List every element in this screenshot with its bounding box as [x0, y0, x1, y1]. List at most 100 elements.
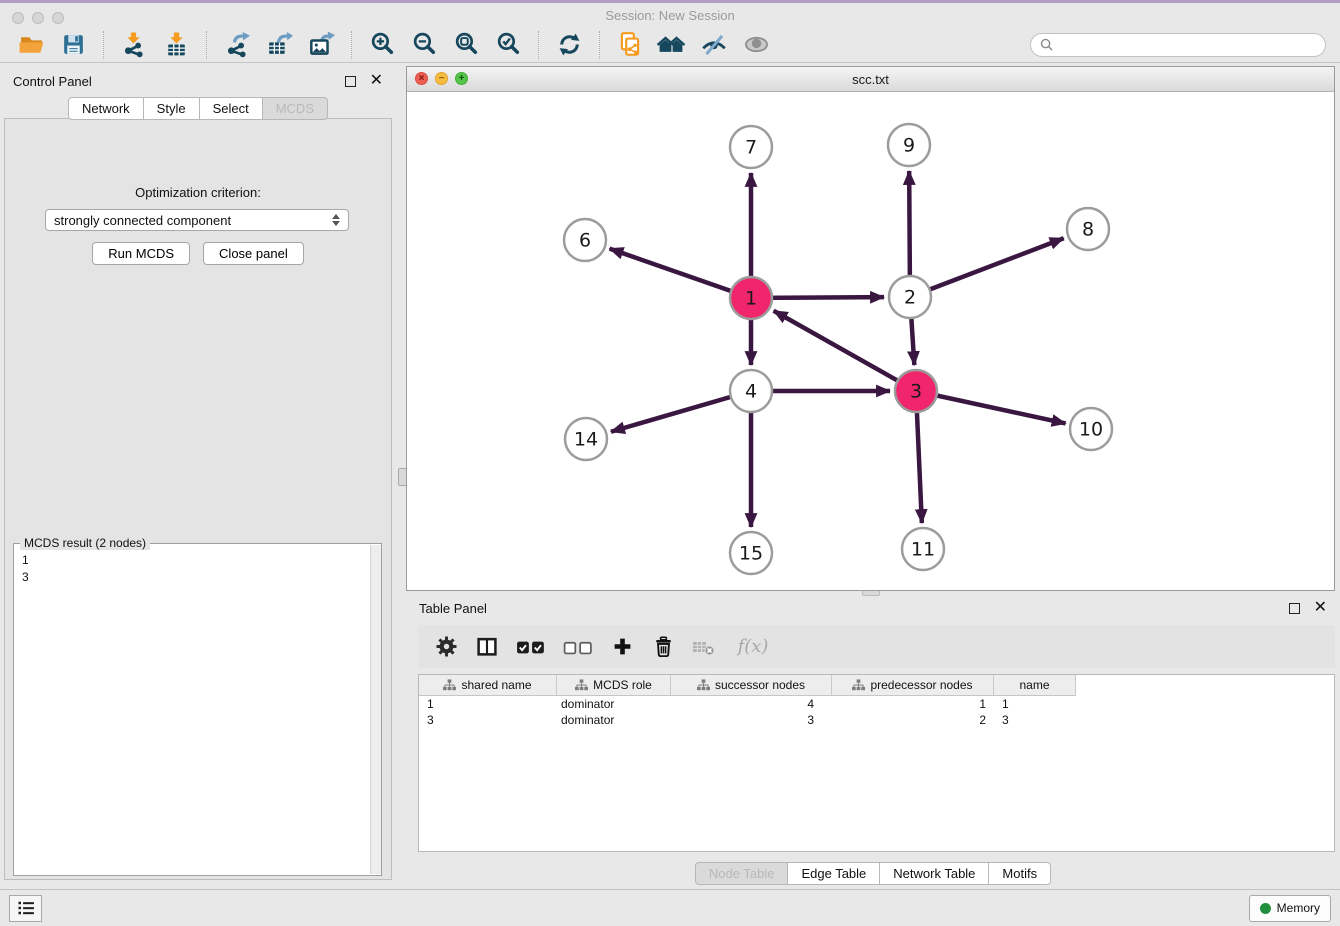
deselect-all-button[interactable]	[563, 635, 593, 659]
tab-select[interactable]: Select	[200, 97, 263, 120]
graph-node-1[interactable]: 1	[730, 277, 772, 319]
column-label: predecessor nodes	[870, 678, 972, 692]
export-network-button[interactable]	[221, 30, 253, 60]
graph-node-4[interactable]: 4	[730, 370, 772, 412]
copy-network-view-button[interactable]	[614, 30, 646, 60]
table-tab-node-table[interactable]: Node Table	[695, 862, 789, 885]
app-close-button[interactable]	[12, 12, 24, 24]
refresh-button[interactable]	[553, 30, 585, 60]
column-header-name[interactable]: name	[994, 675, 1076, 695]
control-panel-title: Control Panel	[13, 74, 92, 89]
cell-name[interactable]: 1	[994, 697, 1076, 711]
open-session-button[interactable]	[15, 30, 47, 60]
hierarchy-icon	[697, 679, 710, 691]
cell-shared-name[interactable]: 1	[419, 697, 557, 711]
zoom-selected-button[interactable]	[492, 30, 524, 60]
close-panel-button[interactable]: Close panel	[203, 242, 304, 265]
split-columns-button[interactable]	[475, 635, 499, 659]
table-row[interactable]: 1dominator411	[419, 696, 1334, 712]
save-session-button[interactable]	[57, 30, 89, 60]
float-panel-icon[interactable]	[345, 76, 356, 87]
column-header-successor-nodes[interactable]: successor nodes	[671, 675, 832, 695]
graph-node-10[interactable]: 10	[1070, 408, 1112, 450]
export-image-button[interactable]	[305, 30, 337, 60]
graph-node-6[interactable]: 6	[564, 219, 606, 261]
zoom-out-button[interactable]	[408, 30, 440, 60]
cell-successor-nodes[interactable]: 3	[671, 713, 832, 727]
app-window-controls[interactable]	[12, 12, 64, 24]
tab-style[interactable]: Style	[144, 97, 200, 120]
export-table-button[interactable]	[263, 30, 295, 60]
network-close-button[interactable]: ×	[415, 72, 428, 85]
graph-node-9[interactable]: 9	[888, 124, 930, 166]
column-header-MCDS-role[interactable]: MCDS role	[557, 675, 671, 695]
search-input[interactable]	[1059, 37, 1316, 53]
graph-node-2[interactable]: 2	[889, 276, 931, 318]
table-panel: Table Panel ✕	[406, 595, 1340, 888]
graph-node-11[interactable]: 11	[902, 528, 944, 570]
criterion-select[interactable]: strongly connected component	[45, 209, 349, 231]
table-tab-motifs[interactable]: Motifs	[989, 862, 1051, 885]
task-history-button[interactable]	[9, 895, 42, 922]
zoom-fit-button[interactable]	[450, 30, 482, 60]
add-row-button[interactable]	[610, 635, 634, 659]
app-zoom-button[interactable]	[52, 12, 64, 24]
zoom-in-icon	[369, 31, 396, 58]
cell-successor-nodes[interactable]: 4	[671, 697, 832, 711]
delete-row-button[interactable]	[651, 635, 675, 659]
delete-table-button[interactable]	[692, 635, 716, 659]
memory-button[interactable]: Memory	[1249, 895, 1331, 922]
function-builder-button[interactable]: f(x)	[733, 635, 773, 659]
graph-node-8[interactable]: 8	[1067, 208, 1109, 250]
cell-shared-name[interactable]: 3	[419, 713, 557, 727]
edge-3-1[interactable]	[774, 311, 916, 391]
cell-MCDS-role[interactable]: dominator	[557, 713, 671, 727]
network-window-controls[interactable]: × − +	[415, 72, 468, 85]
select-all-button[interactable]	[516, 635, 546, 659]
zoom-fit-icon	[453, 31, 480, 58]
table-tab-edge-table[interactable]: Edge Table	[788, 862, 880, 885]
table-tabs: Node TableEdge TableNetwork TableMotifs	[406, 862, 1340, 885]
graph-node-7[interactable]: 7	[730, 126, 772, 168]
run-mcds-button[interactable]: Run MCDS	[92, 242, 190, 265]
search-box[interactable]	[1030, 33, 1326, 57]
app-minimize-button[interactable]	[32, 12, 44, 24]
column-header-shared-name[interactable]: shared name	[419, 675, 557, 695]
import-network-button[interactable]	[118, 30, 150, 60]
edge-1-6[interactable]	[610, 249, 751, 298]
close-panel-icon[interactable]: ✕	[370, 74, 383, 88]
import-table-button[interactable]	[160, 30, 192, 60]
criterion-value: strongly connected component	[54, 213, 231, 228]
table-settings-button[interactable]	[434, 635, 458, 659]
cell-predecessor-nodes[interactable]: 2	[832, 713, 994, 727]
zoom-in-button[interactable]	[366, 30, 398, 60]
tab-network[interactable]: Network	[68, 97, 144, 120]
hierarchy-icon	[443, 679, 456, 691]
cell-predecessor-nodes[interactable]: 1	[832, 697, 994, 711]
show-graphics-details-button[interactable]	[740, 30, 772, 60]
result-scrollbar[interactable]	[370, 545, 381, 874]
mcds-result-box: MCDS result (2 nodes) 13	[13, 543, 382, 876]
column-header-predecessor-nodes[interactable]: predecessor nodes	[832, 675, 994, 695]
close-table-panel-icon[interactable]: ✕	[1314, 601, 1327, 615]
graph-node-15[interactable]: 15	[730, 532, 772, 574]
first-neighbors-button[interactable]	[656, 30, 688, 60]
edge-3-10[interactable]	[916, 391, 1066, 423]
cell-name[interactable]: 3	[994, 713, 1076, 727]
copy-network-view-icon	[616, 31, 644, 59]
graph-node-14[interactable]: 14	[565, 418, 607, 460]
network-maximize-button[interactable]: +	[455, 72, 468, 85]
edge-2-8[interactable]	[910, 238, 1064, 297]
hide-graphics-details-button[interactable]	[698, 30, 730, 60]
network-canvas[interactable]: 7 9 6 8 1 2 4 3 14 10 15 11	[407, 91, 1334, 590]
table-row[interactable]: 3dominator323	[419, 712, 1334, 728]
table-tab-network-table[interactable]: Network Table	[880, 862, 989, 885]
tab-mcds[interactable]: MCDS	[263, 97, 328, 120]
export-network-icon	[224, 31, 251, 58]
cell-MCDS-role[interactable]: dominator	[557, 697, 671, 711]
network-window-titlebar[interactable]: × − + scc.txt	[407, 67, 1334, 92]
mcds-result-list[interactable]: 13	[14, 546, 371, 875]
float-table-panel-icon[interactable]	[1289, 603, 1300, 614]
graph-node-3[interactable]: 3	[895, 370, 937, 412]
network-minimize-button[interactable]: −	[435, 72, 448, 85]
